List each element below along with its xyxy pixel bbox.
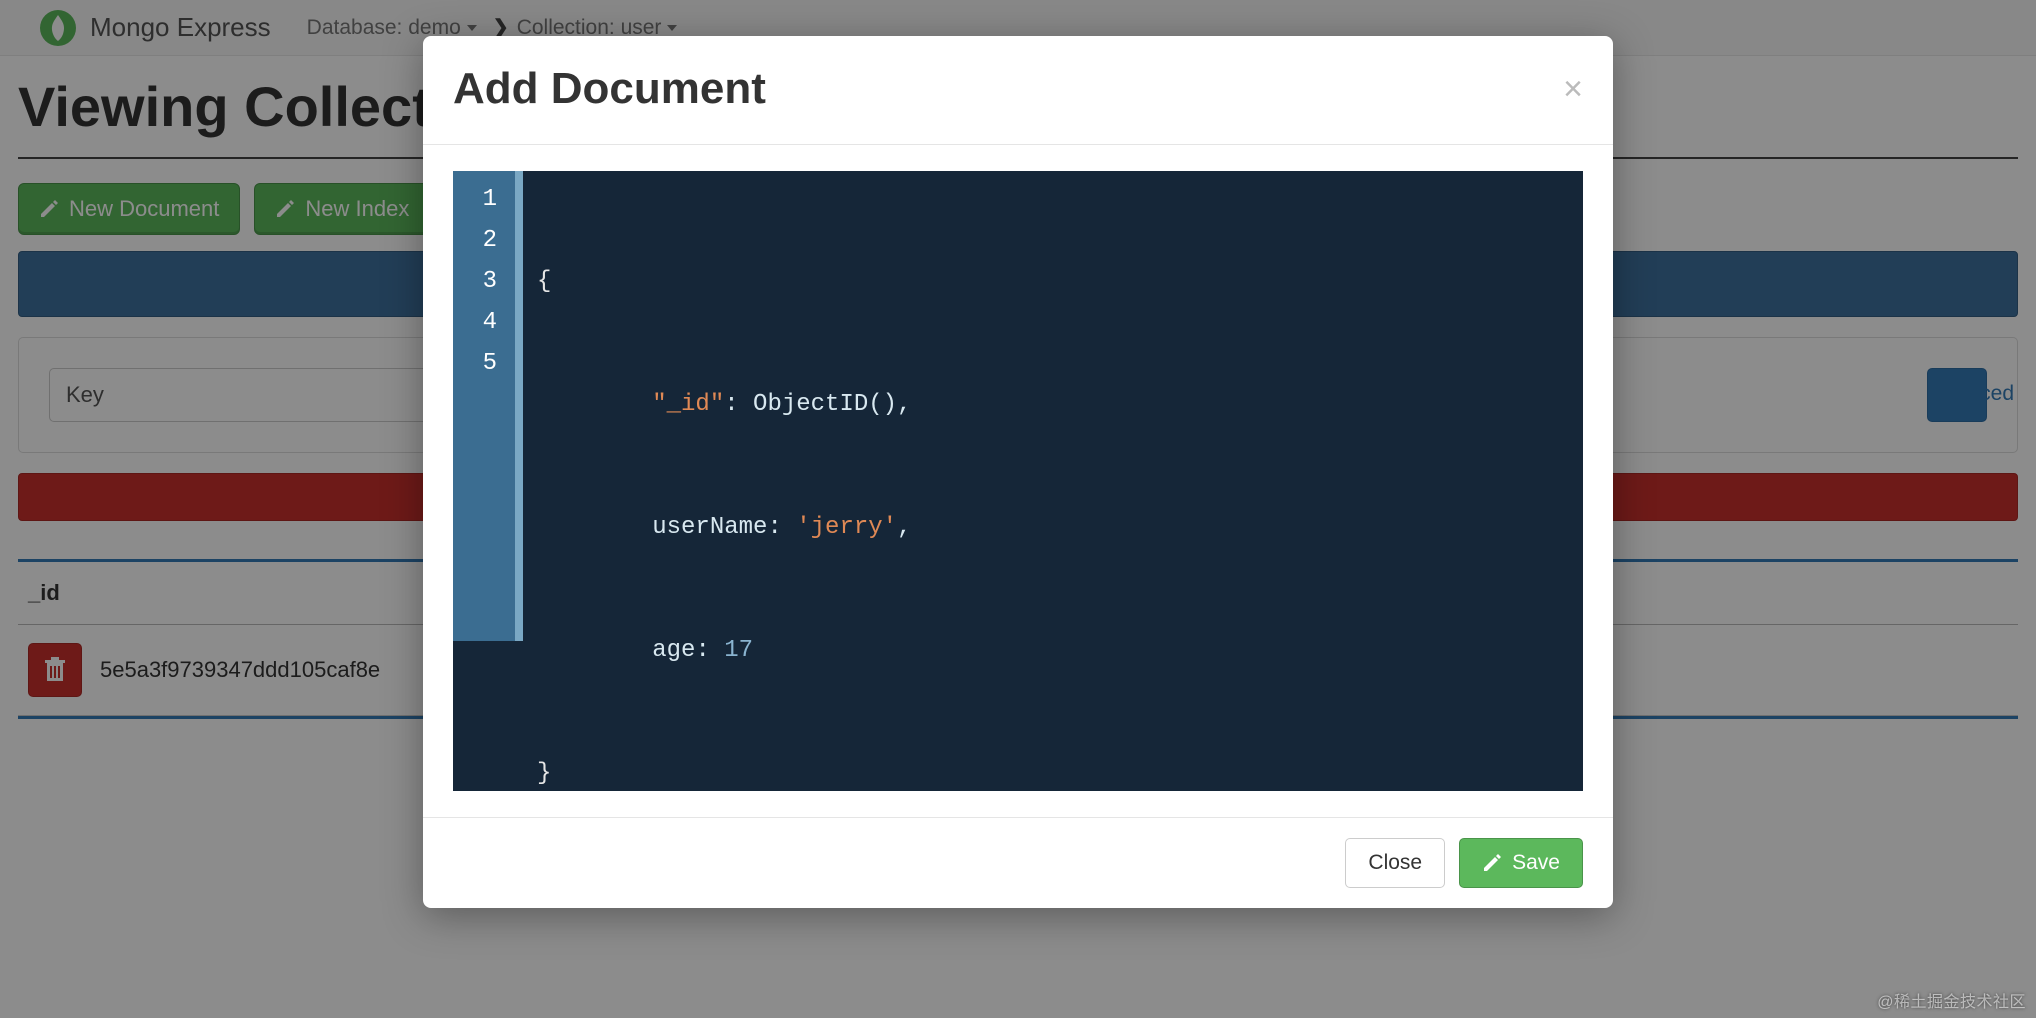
code-str-jerry: 'jerry' xyxy=(796,514,897,541)
save-button[interactable]: Save xyxy=(1459,838,1583,888)
close-icon[interactable]: × xyxy=(1563,72,1583,106)
code-brace-open: { xyxy=(537,268,551,295)
modal-overlay: Add Document × 1 2 3 4 5 { "_ xyxy=(0,0,2036,1018)
code-comma: , xyxy=(897,514,911,541)
editor-gutter: 1 2 3 4 5 xyxy=(453,171,523,641)
line-number: 3 xyxy=(453,261,497,302)
code-key-age: age xyxy=(652,637,695,664)
line-number: 1 xyxy=(453,179,497,220)
pencil-icon xyxy=(1482,853,1502,873)
save-label: Save xyxy=(1512,851,1560,875)
code-colon: : xyxy=(767,514,796,541)
line-numbers: 1 2 3 4 5 xyxy=(453,171,515,641)
code-func-objectid: ObjectID() xyxy=(753,391,897,418)
modal-header: Add Document × xyxy=(423,36,1613,145)
modal-body: 1 2 3 4 5 { "_id": ObjectID(), userName:… xyxy=(423,145,1613,817)
json-editor[interactable]: 1 2 3 4 5 { "_id": ObjectID(), userName:… xyxy=(453,171,1583,791)
code-colon: : xyxy=(695,637,724,664)
line-number: 4 xyxy=(453,302,497,343)
close-button[interactable]: Close xyxy=(1345,838,1445,888)
add-document-modal: Add Document × 1 2 3 4 5 { "_ xyxy=(423,36,1613,908)
code-colon: : xyxy=(724,391,753,418)
line-number: 2 xyxy=(453,220,497,261)
code-comma: , xyxy=(897,391,911,418)
code-key-username: userName xyxy=(652,514,767,541)
line-number: 5 xyxy=(453,343,497,384)
code-num-17: 17 xyxy=(724,637,753,664)
modal-title: Add Document xyxy=(453,64,766,114)
code-key-id: "_id" xyxy=(652,391,724,418)
watermark: @稀土掘金技术社区 xyxy=(1877,988,2026,1012)
editor-code[interactable]: { "_id": ObjectID(), userName: 'jerry', … xyxy=(523,171,931,791)
code-brace-close: } xyxy=(537,760,551,787)
gutter-strip xyxy=(515,171,523,641)
